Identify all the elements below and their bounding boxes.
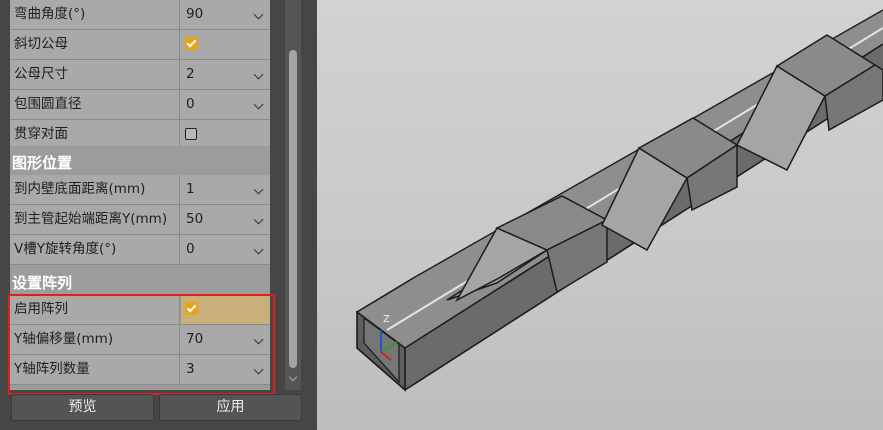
distance-to-start-y-value: 50 bbox=[186, 211, 204, 227]
property-panel: 弯曲角度(°) 90 斜切公母 公母尺寸 2 包围圆直径 0 贯穿对面 图形位置… bbox=[0, 0, 317, 430]
distance-to-start-y-label: 到主管起始端距离Y(mm) bbox=[10, 205, 180, 234]
distance-to-inner-bottom-value: 1 bbox=[186, 181, 195, 197]
3d-viewport[interactable]: Z bbox=[317, 0, 883, 430]
axis-label: Z bbox=[383, 314, 390, 325]
row-distance-to-inner-bottom[interactable]: 到内壁底面距离(mm) 1 bbox=[10, 175, 270, 205]
row-enclosing-circle-diameter[interactable]: 包围圆直径 0 bbox=[10, 90, 270, 120]
y-array-count-value: 3 bbox=[186, 361, 195, 377]
v-groove-rotation-select[interactable]: 0 bbox=[181, 235, 270, 264]
chevron-down-icon[interactable] bbox=[253, 184, 264, 195]
miter-male-female-label: 斜切公母 bbox=[10, 30, 180, 59]
section-header-position: 图形位置 bbox=[10, 146, 270, 176]
chevron-down-icon[interactable] bbox=[253, 364, 264, 375]
preview-button[interactable]: 预览 bbox=[11, 394, 154, 421]
checkbox-unchecked-icon[interactable] bbox=[185, 128, 197, 140]
enable-array-checkbox-cell[interactable] bbox=[181, 295, 270, 324]
distance-to-inner-bottom-label: 到内壁底面距离(mm) bbox=[10, 175, 180, 204]
y-offset-select[interactable]: 70 bbox=[181, 325, 270, 354]
row-enable-array[interactable]: 启用阵列 bbox=[10, 295, 270, 325]
row-miter-male-female[interactable]: 斜切公母 bbox=[10, 30, 270, 60]
scrollbar-thumb[interactable] bbox=[289, 50, 297, 368]
chevron-down-icon[interactable] bbox=[253, 244, 264, 255]
checkbox-checked-icon[interactable] bbox=[185, 37, 198, 50]
v-groove-rotation-label: V槽Y旋转角度(°) bbox=[10, 235, 180, 264]
property-grid: 弯曲角度(°) 90 斜切公母 公母尺寸 2 包围圆直径 0 贯穿对面 图形位置… bbox=[10, 0, 270, 390]
enclosing-circle-diameter-select[interactable]: 0 bbox=[181, 90, 270, 119]
row-distance-to-start-y[interactable]: 到主管起始端距离Y(mm) 50 bbox=[10, 205, 270, 235]
chevron-down-icon[interactable] bbox=[253, 9, 264, 20]
enable-array-label: 启用阵列 bbox=[10, 295, 180, 324]
row-y-offset[interactable]: Y轴偏移量(mm) 70 bbox=[10, 325, 270, 355]
bend-angle-value: 90 bbox=[186, 6, 204, 22]
bend-angle-select[interactable]: 90 bbox=[181, 0, 270, 29]
male-female-size-select[interactable]: 2 bbox=[181, 60, 270, 89]
row-bend-angle[interactable]: 弯曲角度(°) 90 bbox=[10, 0, 270, 30]
through-opposite-face-label: 贯穿对面 bbox=[10, 120, 180, 149]
distance-to-inner-bottom-select[interactable]: 1 bbox=[181, 175, 270, 204]
y-array-count-label: Y轴阵列数量 bbox=[10, 355, 180, 384]
enclosing-circle-diameter-value: 0 bbox=[186, 96, 195, 112]
distance-to-start-y-select[interactable]: 50 bbox=[181, 205, 270, 234]
chevron-down-icon[interactable] bbox=[253, 214, 264, 225]
checkbox-checked-icon[interactable] bbox=[185, 302, 198, 315]
apply-button[interactable]: 应用 bbox=[159, 394, 302, 421]
row-v-groove-rotation[interactable]: V槽Y旋转角度(°) 0 bbox=[10, 235, 270, 265]
y-offset-value: 70 bbox=[186, 331, 204, 347]
section-header-array: 设置阵列 bbox=[10, 266, 270, 296]
miter-male-female-checkbox-cell[interactable] bbox=[181, 30, 270, 59]
chevron-down-icon[interactable] bbox=[253, 99, 264, 110]
male-female-size-value: 2 bbox=[186, 66, 195, 82]
row-y-array-count[interactable]: Y轴阵列数量 3 bbox=[10, 355, 270, 385]
chevron-down-icon[interactable] bbox=[253, 334, 264, 345]
male-female-size-label: 公母尺寸 bbox=[10, 60, 180, 89]
through-opposite-face-checkbox-cell[interactable] bbox=[181, 120, 270, 149]
chevron-down-icon[interactable] bbox=[253, 69, 264, 80]
y-offset-label: Y轴偏移量(mm) bbox=[10, 325, 180, 354]
tube-model-drawing: Z bbox=[356, 9, 883, 392]
row-male-female-size[interactable]: 公母尺寸 2 bbox=[10, 60, 270, 90]
v-groove-2 bbox=[601, 117, 739, 252]
y-array-count-select[interactable]: 3 bbox=[181, 355, 270, 384]
v-groove-rotation-value: 0 bbox=[186, 241, 195, 257]
enclosing-circle-diameter-label: 包围圆直径 bbox=[10, 90, 180, 119]
bend-angle-label: 弯曲角度(°) bbox=[10, 0, 180, 29]
